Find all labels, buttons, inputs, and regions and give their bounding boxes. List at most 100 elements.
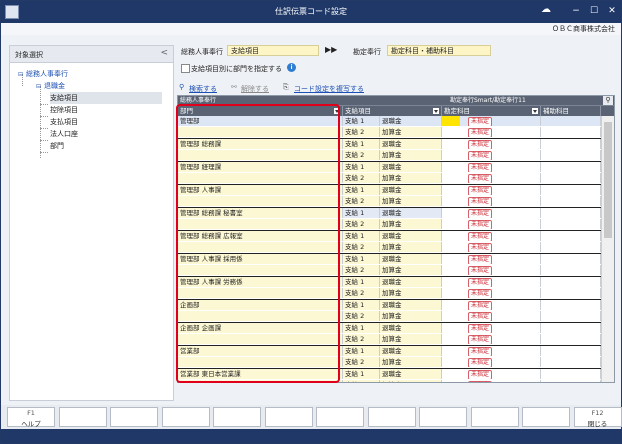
dept-cell[interactable] — [178, 242, 343, 252]
collapse-icon[interactable]: ⊟ — [18, 69, 26, 81]
table-row[interactable]: 管理部 経理課 支給 1 退職金 未指定 — [178, 162, 614, 172]
sub-account-cell[interactable] — [541, 162, 601, 172]
item-name-cell[interactable]: 退職金 — [380, 323, 442, 333]
account-cell[interactable]: 未指定 — [442, 196, 541, 206]
item-name-cell[interactable]: 加算金 — [380, 219, 442, 229]
dept-cell[interactable] — [178, 380, 343, 382]
item-code-cell[interactable]: 支給 1 — [343, 254, 380, 264]
item-name-cell[interactable]: 退職金 — [380, 346, 442, 356]
sub-account-cell[interactable] — [541, 369, 601, 379]
sub-account-cell[interactable] — [541, 357, 601, 367]
item-name-cell[interactable]: 加算金 — [380, 311, 442, 321]
account-cell[interactable]: 未指定 — [442, 311, 541, 321]
table-row[interactable]: 企画部 企画課 支給 1 退職金 未指定 — [178, 323, 614, 333]
function-key-7[interactable] — [316, 407, 364, 427]
item-code-cell[interactable]: 支給 2 — [343, 219, 380, 229]
sub-account-cell[interactable] — [541, 219, 601, 229]
dept-cell[interactable]: 管理部 総務課 広報室 — [178, 231, 343, 241]
dept-cell[interactable] — [178, 288, 343, 298]
table-row[interactable]: 管理部 総務課 秘書室 支給 1 退職金 未指定 — [178, 208, 614, 218]
sub-account-cell[interactable] — [541, 196, 601, 206]
table-row[interactable]: 企画部 支給 1 退職金 未指定 — [178, 300, 614, 310]
table-row[interactable]: 管理部 人事課 労務係 支給 1 退職金 未指定 — [178, 277, 614, 287]
table-row[interactable]: 支給 2加算金未指定 — [178, 288, 614, 298]
sub-account-cell[interactable] — [541, 242, 601, 252]
account-cell[interactable]: 未指定 — [442, 139, 541, 149]
account-cell[interactable]: 未指定 — [442, 346, 541, 356]
sub-account-cell[interactable] — [541, 323, 601, 333]
close-window-button[interactable]: ✕ — [603, 1, 621, 23]
account-cell[interactable]: 未指定 — [442, 173, 541, 183]
sub-account-cell[interactable] — [541, 116, 601, 126]
item-code-cell[interactable]: 支給 2 — [343, 150, 380, 160]
dept-cell[interactable] — [178, 219, 343, 229]
sub-account-cell[interactable] — [541, 346, 601, 356]
table-row[interactable]: 管理部 人事課 支給 1 退職金 未指定 — [178, 185, 614, 195]
collapse-icon[interactable]: ⊟ — [36, 81, 44, 93]
item-code-cell[interactable]: 支給 1 — [343, 231, 380, 241]
item-code-cell[interactable]: 支給 1 — [343, 369, 380, 379]
dept-cell[interactable]: 管理部 — [178, 116, 343, 126]
function-key-3[interactable] — [110, 407, 158, 427]
dept-cell[interactable] — [178, 334, 343, 344]
item-code-cell[interactable]: 支給 2 — [343, 242, 380, 252]
item-name-cell[interactable]: 退職金 — [380, 139, 442, 149]
dept-cell[interactable]: 管理部 総務課 秘書室 — [178, 208, 343, 218]
sub-account-cell[interactable] — [541, 231, 601, 241]
item-name-cell[interactable]: 退職金 — [380, 162, 442, 172]
dept-cell[interactable] — [178, 150, 343, 160]
item-code-cell[interactable]: 支給 1 — [343, 139, 380, 149]
dept-cell[interactable]: 企画部 企画課 — [178, 323, 343, 333]
grid-vertical-scrollbar[interactable] — [601, 116, 614, 382]
function-key-8[interactable] — [367, 407, 416, 427]
item-name-cell[interactable]: 退職金 — [380, 254, 442, 264]
account-cell[interactable]: 未指定 — [442, 231, 541, 241]
item-code-cell[interactable]: 支給 2 — [343, 288, 380, 298]
table-row[interactable]: 支給 2加算金未指定 — [178, 334, 614, 344]
search-link[interactable]: 検索する — [189, 84, 217, 94]
item-code-cell[interactable]: 支給 2 — [343, 173, 380, 183]
info-icon[interactable]: i — [287, 63, 296, 72]
item-code-cell[interactable]: 支給 1 — [343, 185, 380, 195]
sub-account-cell[interactable] — [541, 173, 601, 183]
account-cell[interactable]: 未指定 — [442, 162, 541, 172]
account-cell[interactable]: 未指定 — [442, 127, 541, 137]
item-name-cell[interactable]: 加算金 — [380, 265, 442, 275]
dept-cell[interactable] — [178, 196, 343, 206]
table-row[interactable]: 管理部 総務課 支給 1 退職金 未指定 — [178, 139, 614, 149]
item-name-cell[interactable]: 加算金 — [380, 242, 442, 252]
item-name-cell[interactable]: 加算金 — [380, 380, 442, 382]
table-row[interactable]: 管理部 人事課 採用係 支給 1 退職金 未指定 — [178, 254, 614, 264]
account-cell[interactable]: 未指定 — [442, 380, 541, 382]
dropdown-icon[interactable] — [532, 108, 538, 114]
table-row[interactable]: 支給 2加算金未指定 — [178, 380, 614, 382]
account-cell[interactable]: 未指定 — [442, 300, 541, 310]
dept-cell[interactable]: 管理部 人事課 採用係 — [178, 254, 343, 264]
function-key-6[interactable] — [264, 407, 313, 427]
dept-cell[interactable]: 管理部 総務課 — [178, 139, 343, 149]
dept-cell[interactable]: 企画部 — [178, 300, 343, 310]
sub-account-cell[interactable] — [541, 254, 601, 264]
item-code-cell[interactable]: 支給 1 — [343, 116, 380, 126]
table-row[interactable]: 営業部 支給 1 退職金 未指定 — [178, 346, 614, 356]
table-row[interactable]: 支給 2加算金未指定 — [178, 265, 614, 275]
account-cell[interactable]: 未指定 — [442, 116, 541, 126]
item-code-cell[interactable]: 支給 2 — [343, 127, 380, 137]
table-row[interactable]: 支給 2加算金未指定 — [178, 196, 614, 206]
item-name-cell[interactable]: 退職金 — [380, 369, 442, 379]
table-row[interactable]: 支給 2加算金未指定 — [178, 173, 614, 183]
column-header-dept[interactable]: 部門 — [178, 106, 343, 116]
dept-cell[interactable] — [178, 311, 343, 321]
table-row[interactable]: 営業部 東日本営業課 支給 1 退職金 未指定 — [178, 369, 614, 379]
dept-cell[interactable]: 管理部 人事課 労務係 — [178, 277, 343, 287]
item-code-cell[interactable]: 支給 1 — [343, 323, 380, 333]
item-name-cell[interactable]: 退職金 — [380, 300, 442, 310]
item-code-cell[interactable]: 支給 2 — [343, 311, 380, 321]
tree-root-node[interactable]: ⊟ 総務人事奉行 — [18, 68, 68, 80]
collapse-panel-icon[interactable]: < — [160, 48, 168, 58]
sub-account-cell[interactable] — [541, 208, 601, 218]
tree-item-selected[interactable]: 支給項目 — [50, 92, 162, 104]
account-cell[interactable]: 未指定 — [442, 323, 541, 333]
table-row[interactable]: 支給 2加算金未指定 — [178, 357, 614, 367]
dept-cell[interactable] — [178, 265, 343, 275]
